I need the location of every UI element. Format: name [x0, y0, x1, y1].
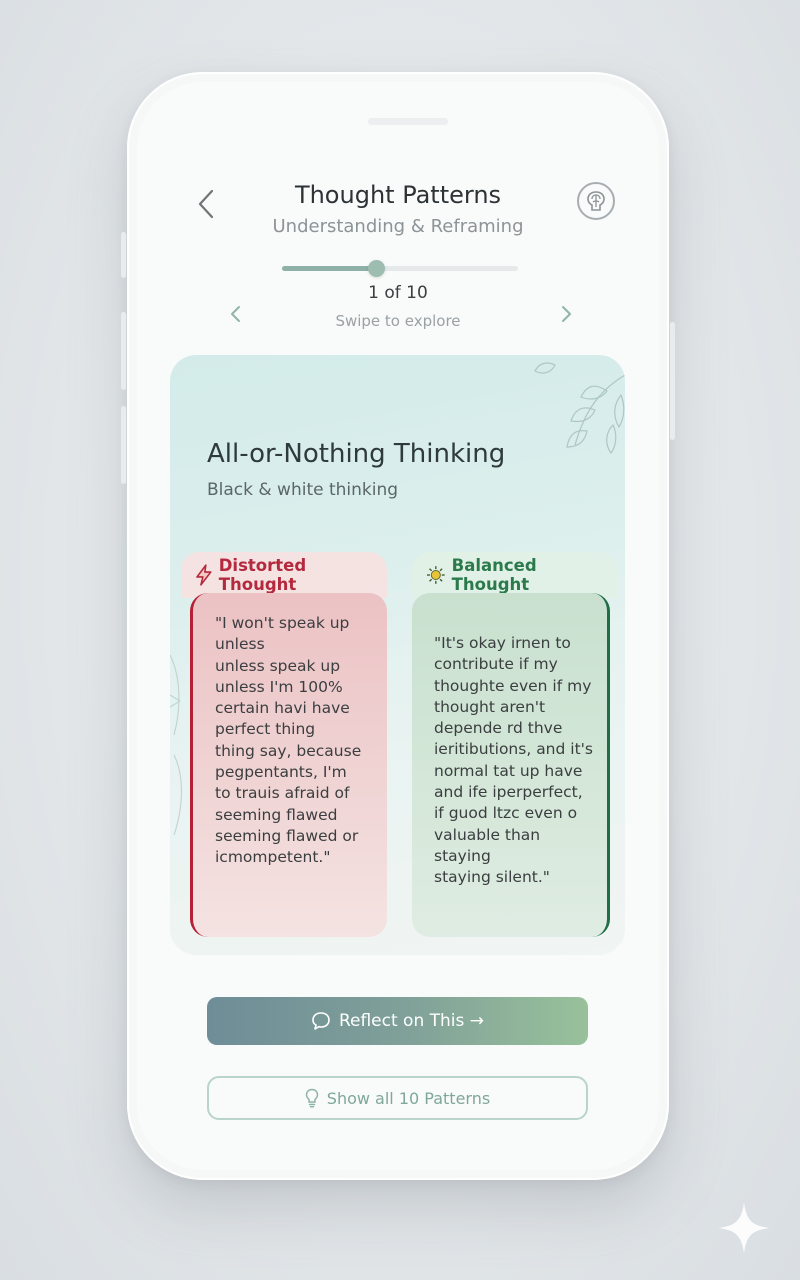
brain-icon	[587, 191, 605, 211]
pattern-card[interactable]: All-or-Nothing Thinking Black & white th…	[170, 355, 625, 955]
progress-slider[interactable]	[282, 260, 518, 277]
phone-frame: Thought Patterns Understanding & Reframi…	[121, 72, 675, 1180]
balanced-thought-label: Balanced Thought	[451, 556, 537, 594]
balanced-thought-text: "It's okay irnen to contribute if my tho…	[412, 593, 610, 937]
volume-up-button	[121, 312, 126, 390]
pattern-title: All-or-Nothing Thinking	[207, 439, 506, 469]
distorted-thought-label: Distorted Thought	[218, 556, 307, 594]
progress-fill	[282, 266, 377, 271]
power-button	[670, 322, 675, 440]
chevron-right-icon	[562, 306, 571, 322]
balanced-thought-header: Balanced Thought	[412, 552, 617, 598]
volume-down-button	[121, 406, 126, 484]
speaker-grille	[368, 118, 448, 125]
sparkle-icon	[718, 1202, 770, 1254]
speech-bubble-icon	[312, 1012, 330, 1030]
lightning-icon	[196, 564, 212, 586]
brain-button[interactable]	[577, 182, 615, 220]
sun-icon	[426, 566, 445, 584]
mute-switch	[121, 232, 126, 278]
screen: Thought Patterns Understanding & Reframi…	[137, 82, 659, 1170]
show-all-label: Show all 10 Patterns	[326, 1088, 491, 1108]
page-subtitle: Understanding & Reframing	[272, 216, 524, 237]
distorted-thought-header: Distorted Thought	[181, 552, 387, 598]
progress-thumb[interactable]	[368, 260, 386, 277]
reflect-button[interactable]: Reflect on This →	[207, 997, 588, 1045]
leaf-decoration-icon	[534, 362, 625, 455]
lightbulb-icon	[305, 1088, 319, 1108]
distorted-thought-text: "I won't speak up unless unless speak up…	[190, 593, 387, 937]
pattern-subtitle: Black & white thinking	[207, 480, 399, 500]
next-button[interactable]	[553, 300, 581, 328]
show-all-patterns-button[interactable]: Show all 10 Patterns	[207, 1076, 588, 1120]
reflect-button-label: Reflect on This →	[338, 1011, 485, 1031]
